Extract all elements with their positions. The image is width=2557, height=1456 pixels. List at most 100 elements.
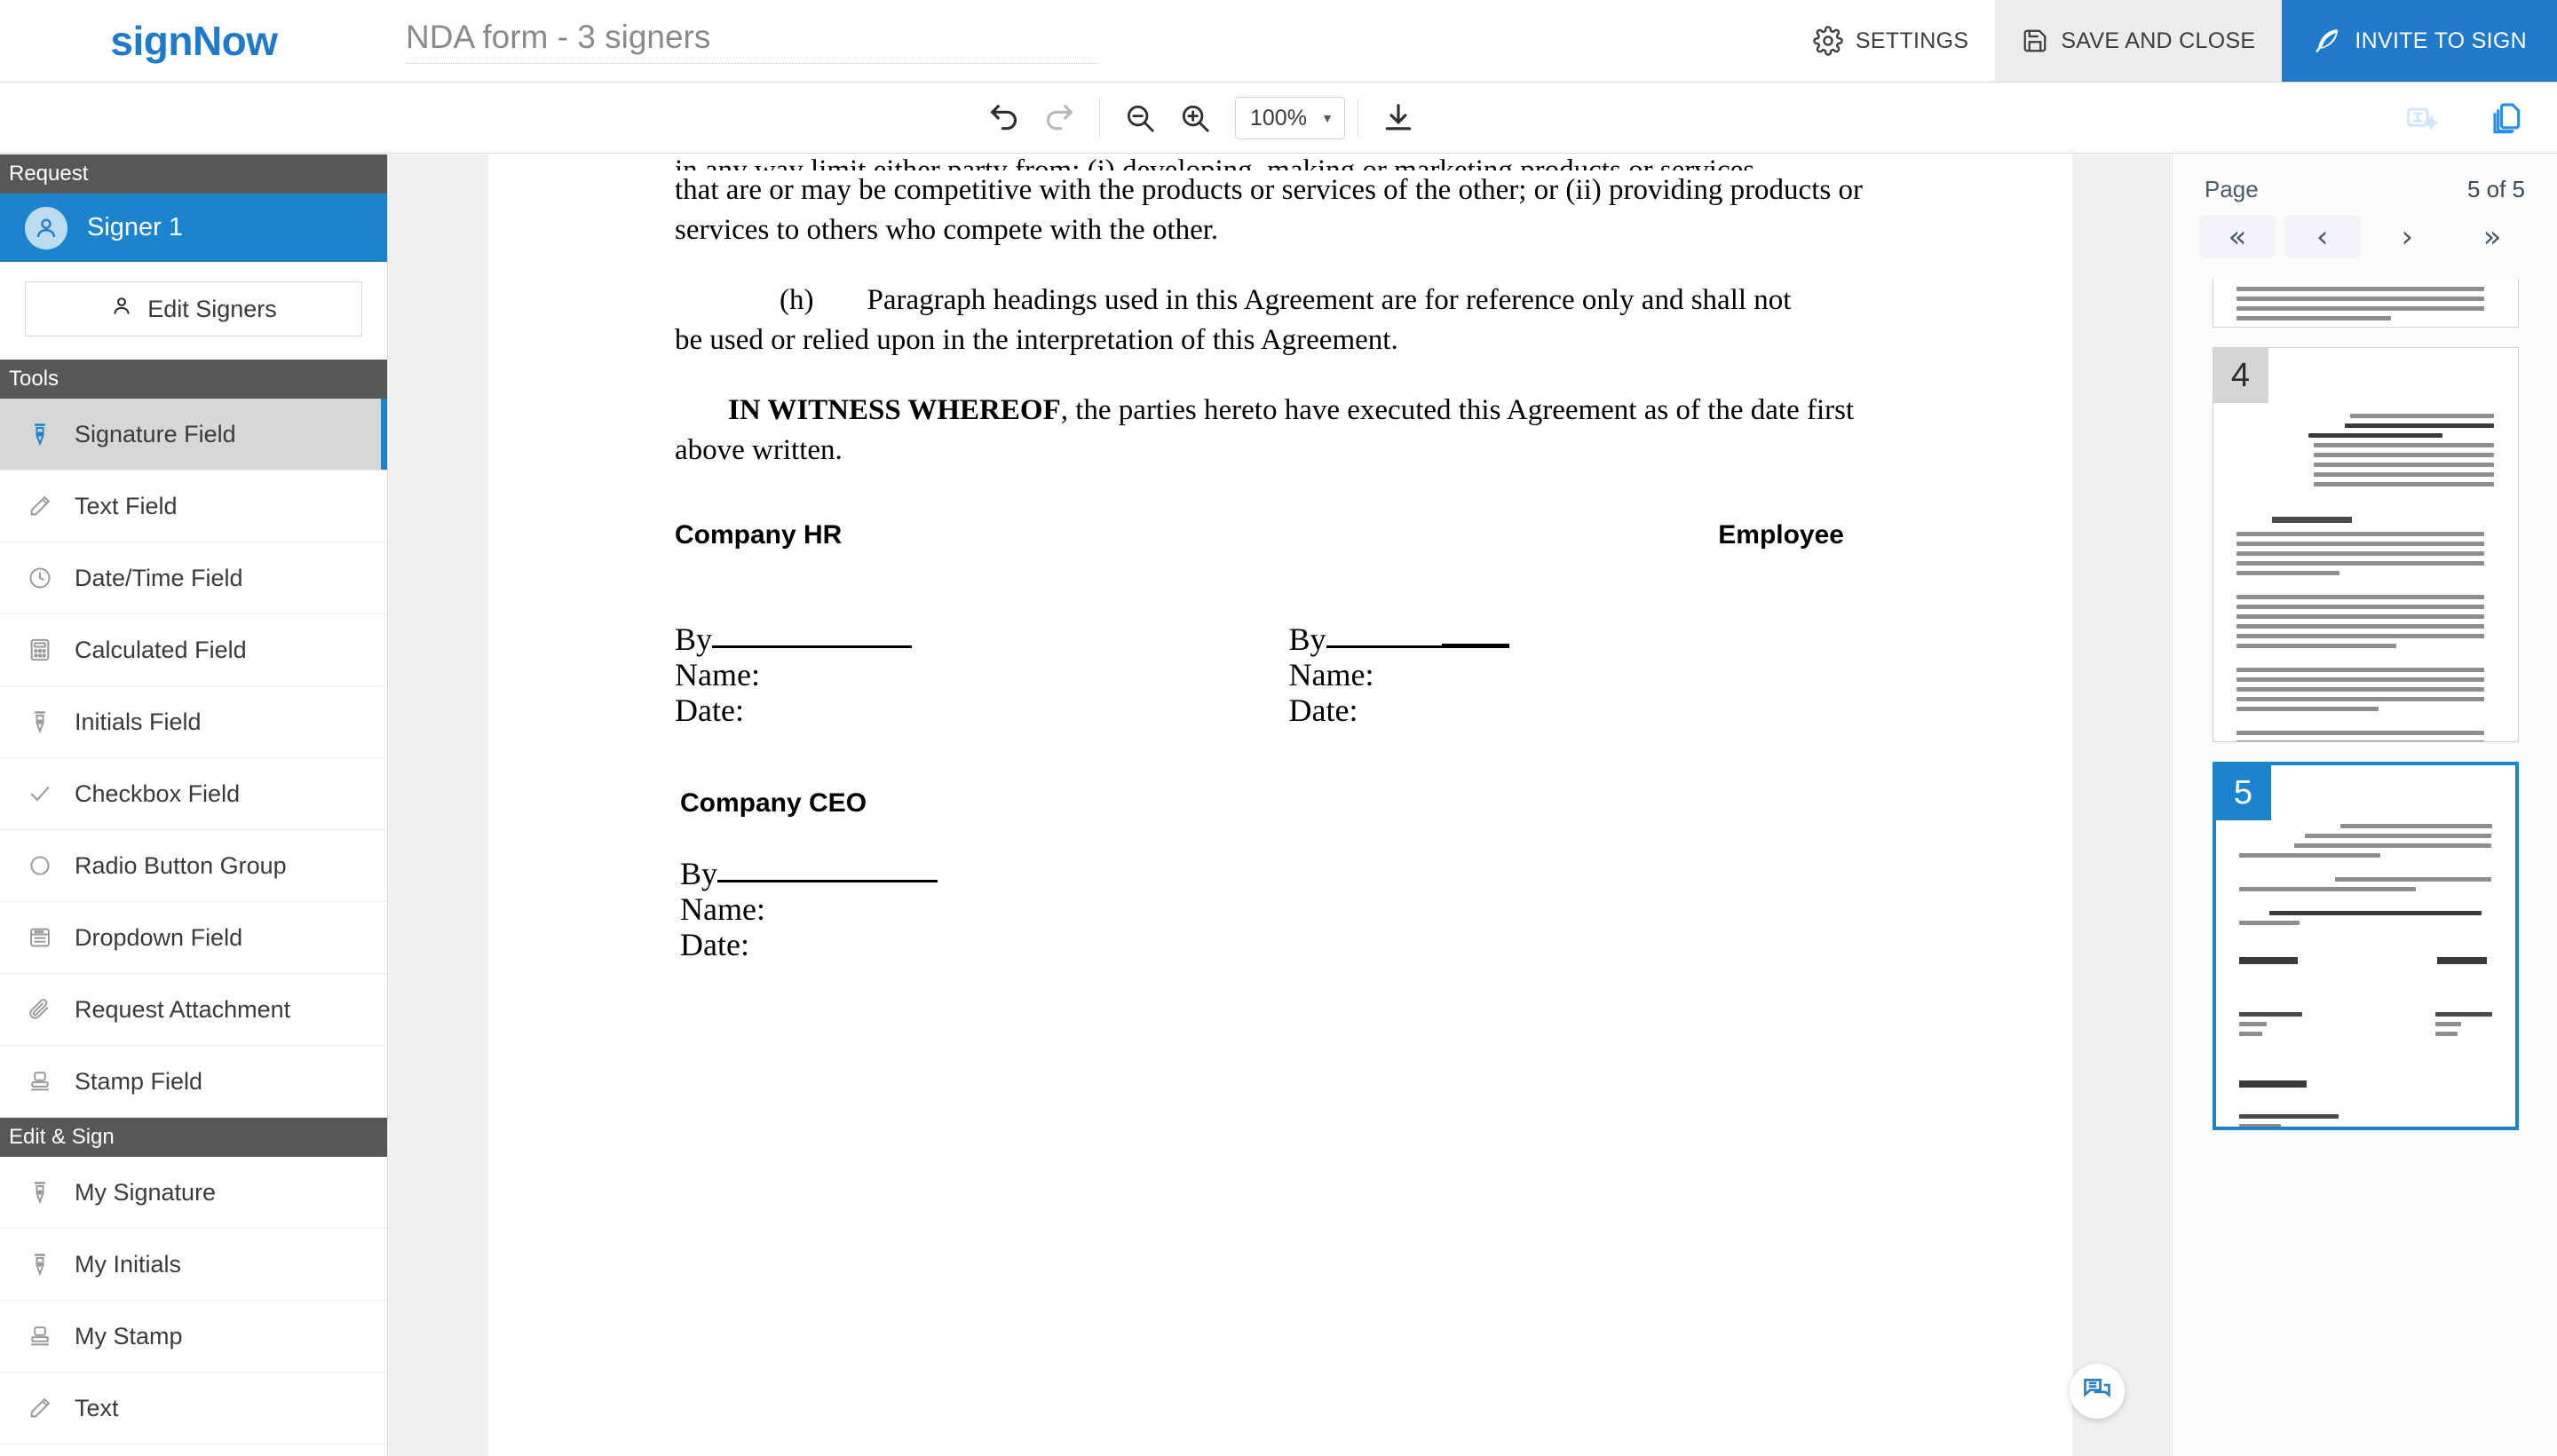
edit-signers-button[interactable]: Edit Signers [25, 281, 362, 336]
undo-button[interactable] [977, 91, 1032, 146]
pencil-icon [25, 494, 55, 518]
paragraph-g-line3: services to others who compete with the … [675, 214, 1219, 246]
gear-icon [1813, 26, 1843, 56]
date-label: Date: [680, 927, 749, 962]
by-label: By [675, 621, 713, 657]
settings-label: SETTINGS [1855, 28, 1969, 53]
pen-nib-icon [25, 422, 55, 447]
tool-text[interactable]: Text [0, 1373, 387, 1444]
zoom-out-button[interactable] [1112, 91, 1168, 146]
witness-bold: IN WITNESS WHEREOF [728, 394, 1061, 426]
check-icon [25, 781, 55, 806]
thumbnail-preview [2213, 348, 2518, 741]
sidebar-item-signer-1[interactable]: Signer 1 [0, 194, 387, 262]
paperclip-icon [25, 997, 55, 1022]
by-label: By [1288, 621, 1326, 657]
block-title: Company HR [675, 520, 843, 550]
invite-to-sign-label: INVITE TO SIGN [2355, 28, 2527, 53]
page-thumbnail-5[interactable]: 5 [2212, 762, 2519, 1130]
save-and-close-button[interactable]: SAVE AND CLOSE [1995, 0, 2283, 82]
tool-label: My Signature [75, 1178, 217, 1206]
zoom-level-select[interactable]: 100% ▼ [1235, 97, 1345, 139]
redo-button[interactable] [1032, 91, 1087, 146]
pages-header: Page 5 of 5 [2173, 154, 2557, 203]
name-label: Name: [675, 657, 760, 692]
tool-label: Text [75, 1394, 119, 1421]
top-bar: signNow SETTINGS SAVE AND CLOSE [0, 0, 2557, 83]
page-count: 5 of 5 [2466, 176, 2525, 202]
paragraph-g-clipped: in any way limit either party from: (i) … [675, 154, 1755, 170]
edit-signers-wrap: Edit Signers [0, 262, 387, 360]
paragraph-h-marker: (h) [780, 284, 814, 316]
tool-dropdown-field[interactable]: Dropdown Field [0, 902, 387, 974]
tool-label: Calculated Field [75, 636, 247, 663]
block-title: Employee [1718, 520, 1844, 550]
page-thumbnail-3[interactable] [2212, 279, 2519, 328]
tool-calculated-field[interactable]: Calculated Field [0, 614, 387, 686]
name-label: Name: [1288, 657, 1374, 692]
tool-stamp-field[interactable]: Stamp Field [0, 1046, 387, 1118]
tool-label: Initials Field [75, 708, 202, 735]
paragraph-h-line2: be used or relied upon in the interpreta… [675, 324, 1398, 356]
by-line: By [675, 621, 1286, 657]
circle-icon [25, 853, 55, 878]
tool-request-attachment[interactable]: Request Attachment [0, 974, 387, 1046]
first-page-button[interactable]: « [2199, 216, 2276, 258]
invite-to-sign-button[interactable]: INVITE TO SIGN [2282, 0, 2557, 82]
edit-signers-label: Edit Signers [147, 295, 277, 322]
last-page-button[interactable]: » [2454, 216, 2530, 258]
tool-label: Text Field [75, 492, 178, 519]
person-icon [110, 295, 133, 324]
brand-logo-area[interactable]: signNow [0, 0, 388, 82]
download-button[interactable] [1371, 91, 1426, 146]
zoom-level-value: 100% [1250, 105, 1307, 131]
user-avatar-icon [25, 206, 67, 249]
date-label: Date: [1288, 692, 1358, 728]
document-viewport[interactable]: in any way limit either party from: (i) … [389, 154, 2171, 1456]
page-navigation: « ‹ › » [2173, 203, 2557, 258]
signer-1-label: Signer 1 [87, 213, 184, 241]
page-thumbnail-4[interactable]: 4 [2212, 347, 2519, 742]
tool-radio-button-group[interactable]: Radio Button Group [0, 830, 387, 902]
tool-checkbox-field[interactable]: Checkbox Field [0, 758, 387, 830]
document-page[interactable]: in any way limit either party from: (i) … [488, 154, 2072, 1456]
witness-line1: IN WITNESS WHEREOF, the parties hereto h… [675, 391, 1896, 431]
tool-initials-field[interactable]: Initials Field [0, 686, 387, 758]
pen-nib-icon [25, 709, 55, 734]
calculator-icon [25, 637, 55, 662]
tool-my-signature[interactable]: My Signature [0, 1157, 387, 1229]
tool-my-stamp[interactable]: My Stamp [0, 1301, 387, 1373]
zoom-in-button[interactable] [1168, 91, 1223, 146]
document-title-input[interactable] [406, 18, 1098, 64]
chevron-down-icon: ▼ [1321, 111, 1334, 125]
thumbnail-list[interactable]: 4 5 [2173, 279, 2557, 1456]
tool-datetime-field[interactable]: Date/Time Field [0, 542, 387, 614]
toolbar-center-group: 100% ▼ [977, 83, 1426, 154]
signature-block-employee: Employee By Name: Date: [1286, 520, 1896, 728]
floppy-disk-icon [2022, 27, 2048, 55]
settings-button[interactable]: SETTINGS [1785, 0, 1996, 82]
signature-block-company-hr: Company HR By Name: Date: [675, 520, 1286, 728]
paragraph-h-text: Paragraph headings used in this Agreemen… [867, 284, 1792, 316]
tool-signature-field[interactable]: Signature Field [0, 399, 387, 471]
comment-bubble-icon [2082, 1374, 2112, 1409]
next-page-button[interactable]: › [2369, 216, 2445, 258]
copy-pages-button[interactable] [2481, 91, 2536, 146]
tools-section-header: Tools [0, 360, 387, 399]
stamp-icon [25, 1324, 55, 1349]
request-section-header: Request [0, 154, 387, 194]
signnow-logo: signNow [110, 18, 278, 64]
tool-text-field[interactable]: Text Field [0, 471, 387, 542]
block-title: Company CEO [680, 788, 867, 818]
tool-label: Request Attachment [75, 995, 291, 1023]
document-content: in any way limit either party from: (i) … [675, 154, 1896, 962]
field-settings-button[interactable] [2395, 91, 2450, 146]
tool-my-initials[interactable]: My Initials [0, 1229, 387, 1301]
edit-and-sign-section-header: Edit & Sign [0, 1118, 387, 1157]
tool-todays-date[interactable]: Today's Date [0, 1444, 387, 1456]
stamp-icon [25, 1069, 55, 1094]
tool-label: Dropdown Field [75, 923, 243, 951]
comments-button[interactable] [2070, 1364, 2125, 1419]
prev-page-button[interactable]: ‹ [2284, 216, 2361, 258]
